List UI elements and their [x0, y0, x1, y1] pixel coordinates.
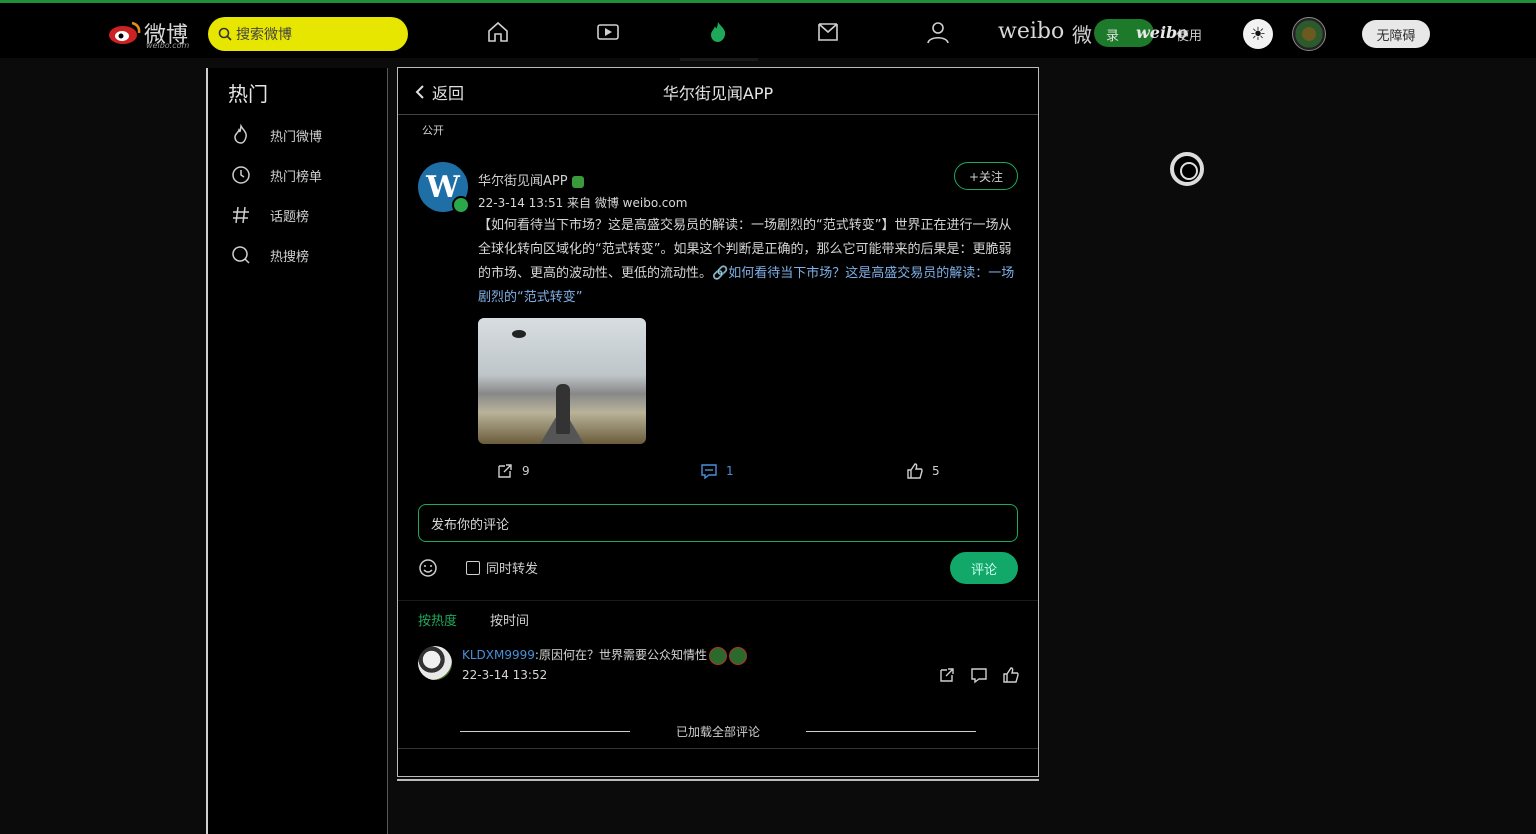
post-actions: 9 1 5: [398, 462, 1038, 486]
sidebar-item-topics[interactable]: 话题榜: [230, 203, 309, 227]
repost-button[interactable]: 9: [496, 462, 530, 480]
sidebar-item-hot-search[interactable]: 热搜榜: [230, 243, 309, 267]
search-icon: [232, 246, 250, 264]
sort-divider: [398, 600, 1038, 601]
author-name-text: 华尔街见闻APP: [478, 174, 568, 189]
emoji-icon[interactable]: [418, 558, 438, 578]
visibility-label: 公开: [422, 124, 444, 137]
message-icon: [818, 23, 838, 41]
thumbs-up-icon: [907, 463, 923, 479]
comment-input[interactable]: 发布你的评论: [418, 504, 1018, 542]
nav-video-button[interactable]: [595, 19, 621, 45]
post-detail-panel: 返回 华尔街见闻APP 公开 W 华尔街见闻APP 22-3-14 13:51 …: [397, 67, 1039, 777]
search-placeholder: 搜索微博: [236, 27, 292, 43]
clock-icon: [232, 166, 250, 184]
emoji-sticker-icon: [728, 646, 747, 665]
nav-message-button[interactable]: [815, 19, 841, 45]
like-button[interactable]: 5: [906, 462, 940, 480]
tab-sort-by-time[interactable]: 按时间: [490, 610, 529, 629]
member-badge-icon: [571, 175, 584, 188]
all-comments-loaded: 已加载全部评论: [398, 723, 1038, 740]
sidebar-item-hot-list[interactable]: 热门榜单: [230, 163, 322, 187]
theme-toggle-button[interactable]: ☀: [1243, 19, 1273, 49]
home-icon: [488, 21, 508, 42]
page-title: 华尔街见闻APP: [662, 84, 774, 103]
search-icon: [218, 27, 232, 41]
accessibility-button[interactable]: 无障碍: [1362, 20, 1430, 48]
bottom-divider: [398, 748, 1038, 749]
comment-content: KLDXM9999:原因何在？世界需要公众知情性: [462, 646, 747, 665]
sidebar-item-label: 热搜榜: [270, 249, 310, 265]
sidebar-title: 热门: [228, 82, 268, 106]
flame-icon: [234, 124, 247, 144]
nav-home-button[interactable]: [485, 19, 511, 45]
nav-active-indicator: [680, 58, 758, 61]
repost-count: 9: [522, 464, 530, 478]
sidebar-item-label: 热门榜单: [270, 169, 323, 185]
weibo-logo[interactable]: 微博 weibo.com: [106, 15, 196, 50]
emoji-sticker-icon: [708, 646, 727, 665]
comment-button[interactable]: 1: [700, 462, 734, 480]
comment-input-placeholder: 发布你的评论: [431, 517, 510, 533]
banner-wei-text: 微: [1072, 23, 1092, 47]
author-avatar[interactable]: W: [418, 162, 470, 214]
submit-comment-button[interactable]: 评论: [950, 552, 1018, 584]
weibo-eye-icon: [109, 21, 141, 44]
post-meta: 22-3-14 13:51 来自 微博 weibo.com: [478, 196, 688, 210]
left-sidebar: 热门 热门微博 热门榜单 话题榜 热搜榜: [206, 68, 388, 834]
sidebar-item-label: 话题榜: [270, 209, 310, 225]
banner-weibo-text: weibo: [998, 19, 1065, 44]
sidebar-item-hot-weibo[interactable]: 热门微博: [230, 123, 322, 147]
repost-icon: [498, 464, 512, 478]
also-repost-checkbox[interactable]: 同时转发: [466, 558, 538, 577]
image-bird: [512, 330, 526, 338]
follow-button[interactable]: +关注: [954, 162, 1018, 190]
profile-icon: [927, 22, 949, 44]
also-repost-label: 同时转发: [486, 562, 539, 577]
search-input[interactable]: 搜索微博: [208, 17, 408, 51]
tab-sort-by-heat[interactable]: 按热度: [418, 610, 457, 629]
comment-time: 22-3-14 13:52: [462, 668, 548, 682]
repost-icon[interactable]: [938, 666, 956, 684]
author-name[interactable]: 华尔街见闻APP: [478, 170, 584, 189]
post-body: 【如何看待当下市场？这是高盛交易员的解读：一场剧烈的“范式转变”】世界正在进行一…: [478, 214, 1018, 310]
banner-login-text: 录: [1106, 29, 1120, 44]
post-image[interactable]: [478, 318, 646, 444]
commenter-avatar[interactable]: [418, 646, 452, 680]
loading-spinner-icon: [1170, 152, 1204, 186]
nav-profile-button[interactable]: [925, 19, 951, 45]
comment-icon: [701, 464, 717, 480]
user-avatar[interactable]: [1292, 17, 1326, 51]
top-navigation-bar: 微博 weibo.com 搜索微博 weibo 微 录 weibo 使用 ☀ 无…: [0, 0, 1536, 58]
nav-hot-button[interactable]: [705, 19, 731, 45]
sun-icon: ☀: [1249, 23, 1267, 45]
commenter-name[interactable]: KLDXM9999: [462, 648, 535, 662]
logo-subtext: weibo.com: [146, 41, 190, 50]
sidebar-item-label: 热门微博: [270, 129, 323, 145]
hashtag-icon: [233, 206, 249, 224]
comment-actions: [938, 666, 1020, 684]
checkbox-box: [466, 560, 480, 575]
comment-count: 1: [726, 464, 734, 478]
hot-icon: [711, 22, 726, 42]
image-person: [556, 384, 570, 434]
comment-icon[interactable]: [970, 666, 988, 684]
thumbs-up-icon[interactable]: [1002, 666, 1020, 684]
panel-bottom-line: [397, 779, 1039, 781]
weibo-promo-banner[interactable]: weibo 微 录 weibo 使用: [998, 17, 1208, 51]
detail-header: 返回 华尔街见闻APP: [398, 68, 1038, 115]
verified-icon: [452, 196, 470, 214]
video-icon: [597, 24, 619, 40]
like-count: 5: [932, 464, 940, 478]
banner-suffix: 使用: [1176, 29, 1203, 44]
comment-text: :原因何在？世界需要公众知情性: [534, 648, 707, 662]
